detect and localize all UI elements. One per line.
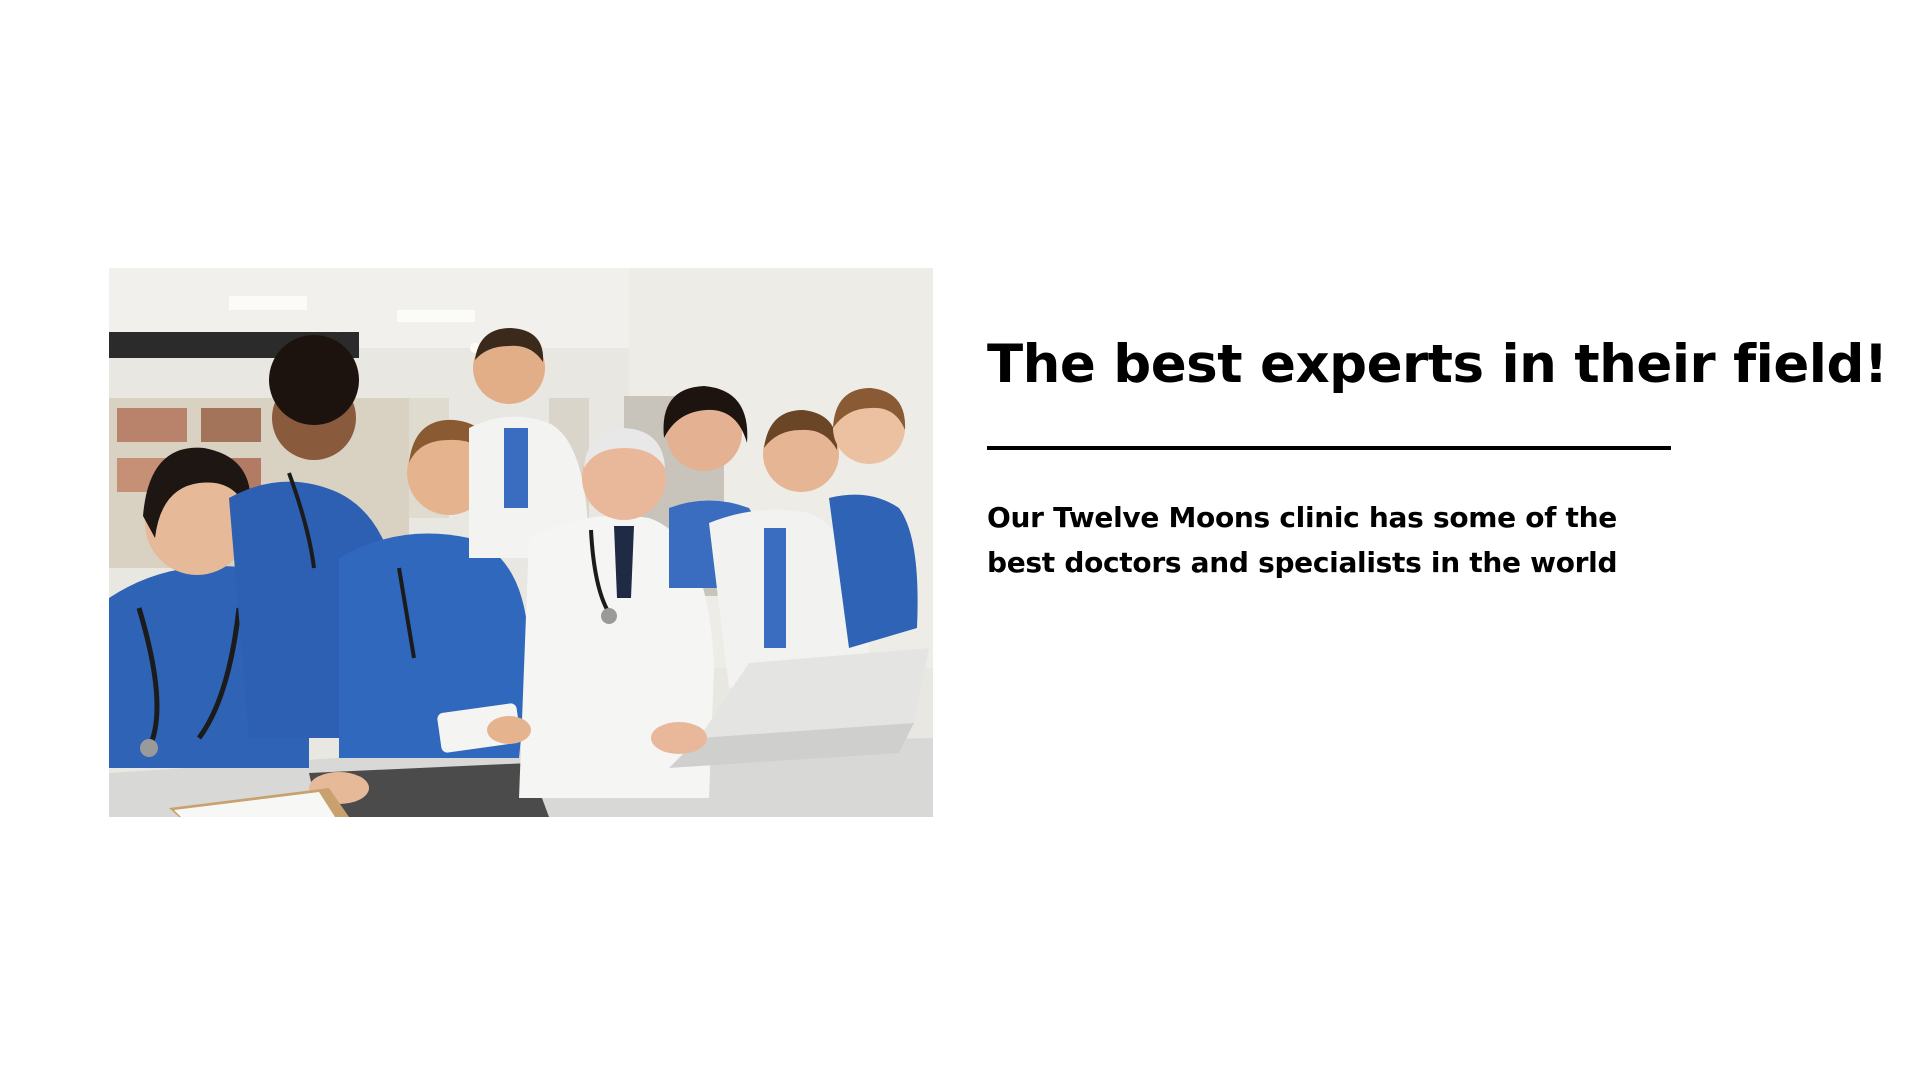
team-of-doctors-photo <box>109 268 933 817</box>
slide-canvas: The best experts in their field! Our Twe… <box>0 0 1920 1080</box>
doctors-illustration <box>109 268 933 817</box>
headline-divider <box>987 446 1671 450</box>
body-paragraph: Our Twelve Moons clinic has some of the … <box>987 501 1618 579</box>
page-headline: The best experts in their field! <box>987 334 1888 395</box>
